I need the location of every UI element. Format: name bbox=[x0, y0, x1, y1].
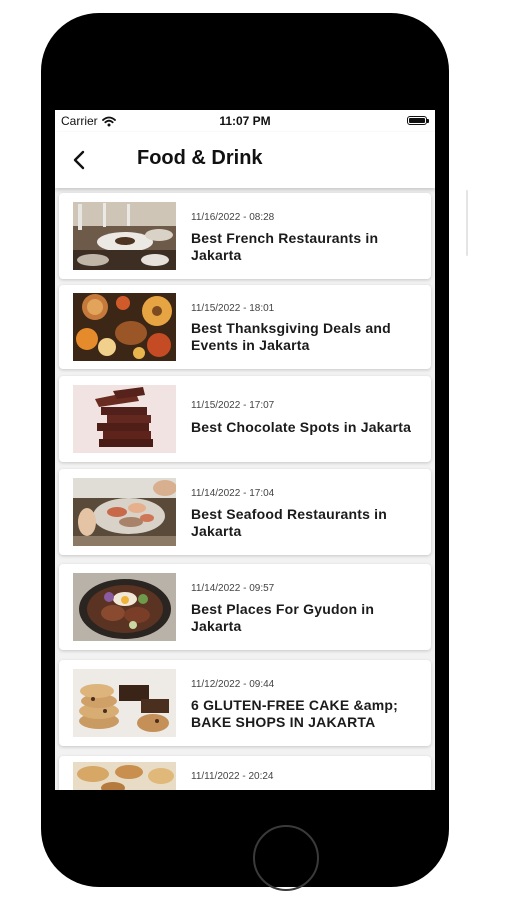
article-card[interactable]: 11/14/2022 - 09:57 Best Places For Gyudo… bbox=[59, 564, 431, 650]
cookies-image bbox=[73, 669, 176, 737]
article-title: Best Thanksgiving Deals and Events in Ja… bbox=[191, 320, 391, 353]
article-card[interactable]: 11/15/2022 - 18:01 Best Thanksgiving Dea… bbox=[59, 285, 431, 369]
article-date: 11/16/2022 - 08:28 bbox=[191, 212, 275, 223]
article-card[interactable]: 11/16/2022 - 08:28 Best French Restauran… bbox=[59, 193, 431, 279]
status-bar: Carrier 11:07 PM bbox=[55, 110, 435, 132]
pastry-image bbox=[73, 762, 176, 790]
article-title: 6 GLUTEN-FREE CAKE &amp; BAKE SHOPS IN J… bbox=[191, 697, 399, 730]
page-title: Food & Drink bbox=[137, 147, 263, 169]
article-card[interactable]: 11/12/2022 - 09:44 6 GLUTEN-FREE CAKE &a… bbox=[59, 660, 431, 746]
side-divider bbox=[466, 190, 468, 256]
article-card[interactable]: 11/15/2022 - 17:07 Best Chocolate Spots … bbox=[59, 376, 431, 462]
chocolate-stack-image bbox=[73, 385, 176, 453]
nav-bar: Food & Drink bbox=[55, 132, 435, 188]
article-title: Best Places For Gyudon in Jakarta bbox=[191, 601, 375, 634]
thanksgiving-feast-image bbox=[73, 293, 176, 361]
article-date: 11/12/2022 - 09:44 bbox=[191, 679, 275, 690]
article-date: 11/14/2022 - 09:57 bbox=[191, 583, 275, 594]
home-button[interactable] bbox=[253, 825, 319, 891]
back-chevron-icon[interactable] bbox=[65, 145, 93, 175]
french-restaurant-image bbox=[73, 202, 176, 270]
article-date: 11/15/2022 - 17:07 bbox=[191, 400, 275, 411]
article-title: Best Seafood Restaurants in Jakarta bbox=[191, 506, 387, 539]
battery-icon bbox=[407, 116, 429, 125]
gyudon-bowl-image bbox=[73, 573, 176, 641]
article-title: Best French Restaurants in Jakarta bbox=[191, 230, 379, 263]
seafood-platter-image bbox=[73, 478, 176, 546]
article-date: 11/14/2022 - 17:04 bbox=[191, 488, 275, 499]
article-card[interactable]: 11/14/2022 - 17:04 Best Seafood Restaura… bbox=[59, 469, 431, 555]
status-time: 11:07 PM bbox=[219, 114, 271, 128]
article-date: 11/15/2022 - 18:01 bbox=[191, 303, 275, 314]
article-date: 11/11/2022 - 20:24 bbox=[191, 771, 274, 782]
article-card[interactable]: 11/11/2022 - 20:24 bbox=[59, 756, 431, 790]
article-title: Best Chocolate Spots in Jakarta bbox=[191, 419, 412, 435]
app-screen: Carrier 11:07 PM Food & Drink 11/16/2022… bbox=[55, 110, 435, 790]
